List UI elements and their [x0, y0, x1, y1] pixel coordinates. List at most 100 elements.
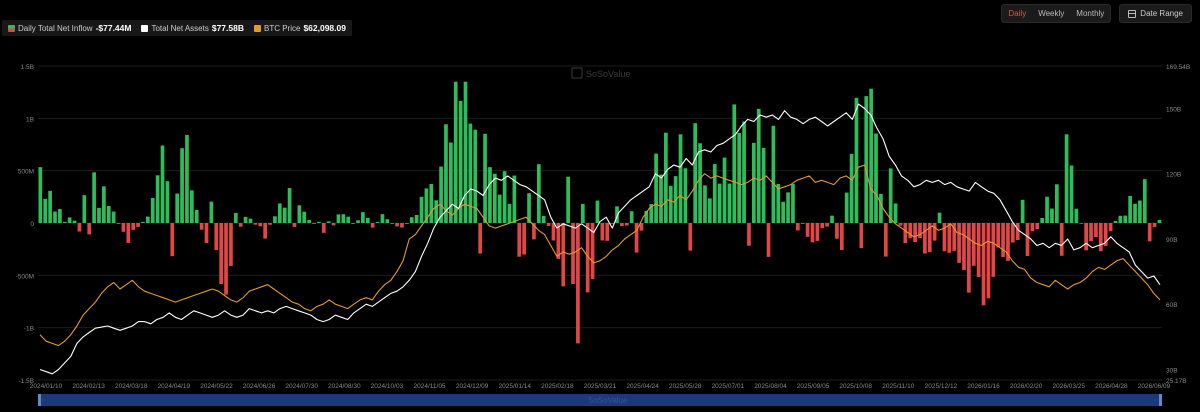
inflow-bar	[87, 223, 92, 235]
inflow-bar	[297, 205, 302, 223]
x-tick-label: 2026/01/16	[967, 383, 1000, 390]
inflow-bar	[1152, 223, 1157, 227]
inflow-bar	[932, 223, 937, 241]
watermark: SoSoValue	[571, 67, 630, 79]
inflow-bar	[273, 216, 277, 223]
range-navigator[interactable]: SoSoValue	[38, 394, 1162, 406]
inflow-bar	[385, 219, 390, 223]
inflow-bar	[277, 203, 282, 223]
inflow-bar	[395, 223, 399, 227]
inflow-bar	[859, 223, 864, 249]
inflow-bar	[243, 216, 248, 223]
x-tick-label: 2024/05/22	[200, 383, 233, 390]
x-tick-label: 2026/04/28	[1095, 383, 1128, 390]
inflow-bar	[820, 223, 825, 229]
inflow-bar	[874, 133, 878, 223]
x-tick-label: 2026/06/09	[1138, 383, 1171, 390]
x-tick-label: 2024/01/10	[30, 383, 63, 390]
inflow-bar	[302, 211, 307, 223]
inflow-bar	[453, 81, 458, 223]
inflow-bar	[727, 183, 732, 223]
inflow-bar	[610, 223, 614, 224]
inflow-bar	[551, 223, 556, 241]
x-tick-label: 2025/09/05	[797, 383, 830, 390]
inflow-bar	[483, 133, 487, 223]
inflow-bar	[351, 223, 355, 224]
inflow-bar	[698, 143, 702, 223]
navigator-handle-left[interactable]	[38, 394, 41, 406]
inflow-bar	[121, 223, 126, 232]
inflow-bar	[732, 104, 737, 223]
inflow-bar	[341, 214, 346, 223]
inflow-bar	[58, 209, 62, 223]
x-tick-label: 2024/03/18	[115, 383, 148, 390]
inflow-bar	[717, 183, 722, 223]
inflow-bar	[654, 153, 658, 223]
inflow-bar	[1157, 219, 1162, 223]
x-tick-label: 2024/11/05	[414, 383, 446, 390]
inflow-bar	[336, 214, 341, 223]
chart-canvas[interactable]: SoSoValue 1.5B1B500M0-500M-1B-1.5B 169.5…	[0, 0, 1200, 412]
inflow-bar	[830, 215, 834, 223]
x-tick-label: 2026/02/20	[1010, 383, 1043, 390]
inflow-bar	[165, 181, 170, 223]
inflow-bar	[986, 223, 991, 299]
inflow-bar	[492, 173, 497, 223]
inflow-bar	[854, 97, 859, 223]
inflow-bar	[903, 223, 908, 244]
right-tick-label: 120B	[1166, 172, 1181, 179]
inflow-bar	[326, 221, 331, 223]
x-tick-label: 2025/01/14	[498, 383, 531, 390]
inflow-bar	[62, 221, 67, 223]
inflow-bar	[1020, 199, 1025, 223]
inflow-bar	[82, 195, 87, 223]
inflow-bar	[991, 223, 996, 277]
inflow-bar	[43, 198, 48, 223]
navigator-handle-right[interactable]	[1159, 394, 1162, 406]
inflow-bar	[893, 203, 898, 223]
inflow-bar	[233, 212, 238, 223]
inflow-bar	[1045, 196, 1049, 223]
inflow-bar	[668, 185, 673, 223]
inflow-bar	[996, 223, 1001, 248]
inflow-bar	[194, 209, 199, 223]
inflow-bar	[536, 164, 541, 223]
inflow-bar	[771, 125, 776, 223]
inflow-bar	[170, 223, 175, 257]
inflow-bar	[708, 198, 712, 223]
inflow-bar	[967, 223, 971, 293]
inflow-bar	[185, 135, 189, 223]
inflow-bar	[444, 124, 448, 223]
inflow-bar	[849, 153, 854, 223]
inflow-bar	[693, 123, 698, 223]
inflow-bar	[835, 223, 839, 239]
inflow-bar	[908, 223, 913, 239]
inflow-bar	[126, 223, 131, 243]
left-tick-label: 1.5B	[21, 64, 34, 71]
inflow-bar	[976, 223, 981, 278]
inflow-bar	[1128, 195, 1132, 223]
inflow-bar	[1147, 223, 1152, 242]
right-tick-label: 169.54B	[1166, 64, 1190, 71]
x-tick-label: 2024/08/30	[328, 383, 361, 390]
x-tick-label: 2025/02/18	[541, 383, 574, 390]
inflow-bar	[370, 223, 375, 228]
inflow-bar	[419, 196, 424, 223]
inflow-bar	[390, 223, 395, 224]
inflow-bar	[146, 216, 150, 223]
x-tick-label: 2025/08/04	[754, 383, 787, 390]
x-tick-label: 2025/05/28	[669, 383, 702, 390]
inflow-bar	[737, 132, 742, 223]
inflow-bar	[1084, 223, 1088, 251]
x-tick-label: 2024/04/19	[158, 383, 191, 390]
inflow-bar	[923, 223, 927, 254]
inflow-bar	[566, 176, 570, 223]
inflow-bar	[67, 217, 72, 223]
inflow-bar	[1123, 215, 1128, 223]
inflow-bar	[517, 223, 522, 257]
inflow-bar	[361, 212, 365, 223]
x-tick-label: 2025/04/24	[626, 383, 659, 390]
inflow-bar	[238, 223, 243, 227]
inflow-bar	[688, 223, 693, 251]
inflow-bar	[624, 223, 629, 226]
